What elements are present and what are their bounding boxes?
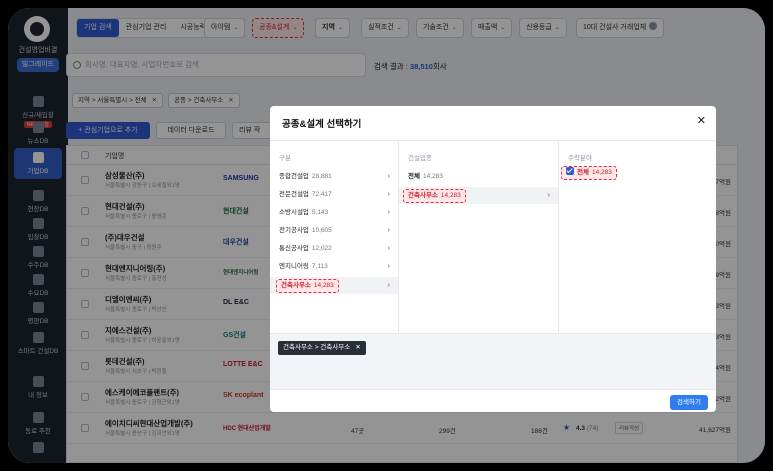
focus-column: 주력분야 전체 14,283: [559, 141, 716, 333]
modal-footer-divider: [270, 389, 716, 390]
chevron-right-icon: ›: [547, 192, 550, 199]
app-window: 건설영업비결 빌그레이드 신규/새입찰 NEW 오늘 뉴스DB 기업DB 현장D…: [8, 8, 765, 463]
category-option[interactable]: 전기공사업 10,605 ›: [270, 222, 398, 239]
industry-option[interactable]: 전체 14,283: [399, 168, 558, 185]
chevron-right-icon: ›: [387, 282, 390, 289]
search-button[interactable]: 검색하기: [670, 395, 708, 410]
modal-title: 공종&설계 선택하기: [282, 119, 362, 130]
category-option[interactable]: 소방시설업 5,143 ›: [270, 204, 398, 221]
category-option[interactable]: 전문건설업 72,417 ›: [270, 186, 398, 203]
close-icon[interactable]: ✕: [697, 114, 706, 127]
industry-column: 건설업종 전체 14,283 건축사무소 14,283 ›: [399, 141, 559, 333]
chevron-right-icon: ›: [387, 245, 390, 252]
category-option-selected[interactable]: 건축사무소 14,283 ›: [270, 277, 398, 294]
selected-items-area: 건축사무소 > 건축사무소 ✕: [270, 333, 716, 389]
chevron-right-icon: ›: [387, 173, 390, 180]
industry-option-selected[interactable]: 건축사무소 14,283 ›: [399, 187, 558, 204]
focus-option-selected[interactable]: 전체 14,283: [559, 164, 716, 181]
column-header: 건설업종: [408, 155, 432, 162]
chevron-right-icon: ›: [387, 209, 390, 216]
type-design-modal: 공종&설계 선택하기 ✕ 구분 종합건설업 28,881 › 전문건설업 72,417…: [270, 106, 716, 412]
checkbox-checked-icon[interactable]: [566, 167, 574, 175]
category-option[interactable]: 통신공사업 12,022 ›: [270, 240, 398, 257]
chevron-right-icon: ›: [387, 227, 390, 234]
column-header: 주력분야: [568, 155, 592, 162]
close-icon[interactable]: ✕: [355, 344, 360, 351]
column-header: 구분: [279, 155, 291, 162]
category-option[interactable]: 종합건설업 28,881 ›: [270, 168, 398, 185]
category-option[interactable]: 엔지니어링 7,113 ›: [270, 258, 398, 275]
chevron-right-icon: ›: [387, 191, 390, 198]
selected-chip[interactable]: 건축사무소 > 건축사무소 ✕: [278, 341, 366, 355]
category-column: 구분 종합건설업 28,881 › 전문건설업 72,417 › 소방시설업 5,143 ›…: [270, 141, 399, 333]
chevron-right-icon: ›: [387, 263, 390, 270]
